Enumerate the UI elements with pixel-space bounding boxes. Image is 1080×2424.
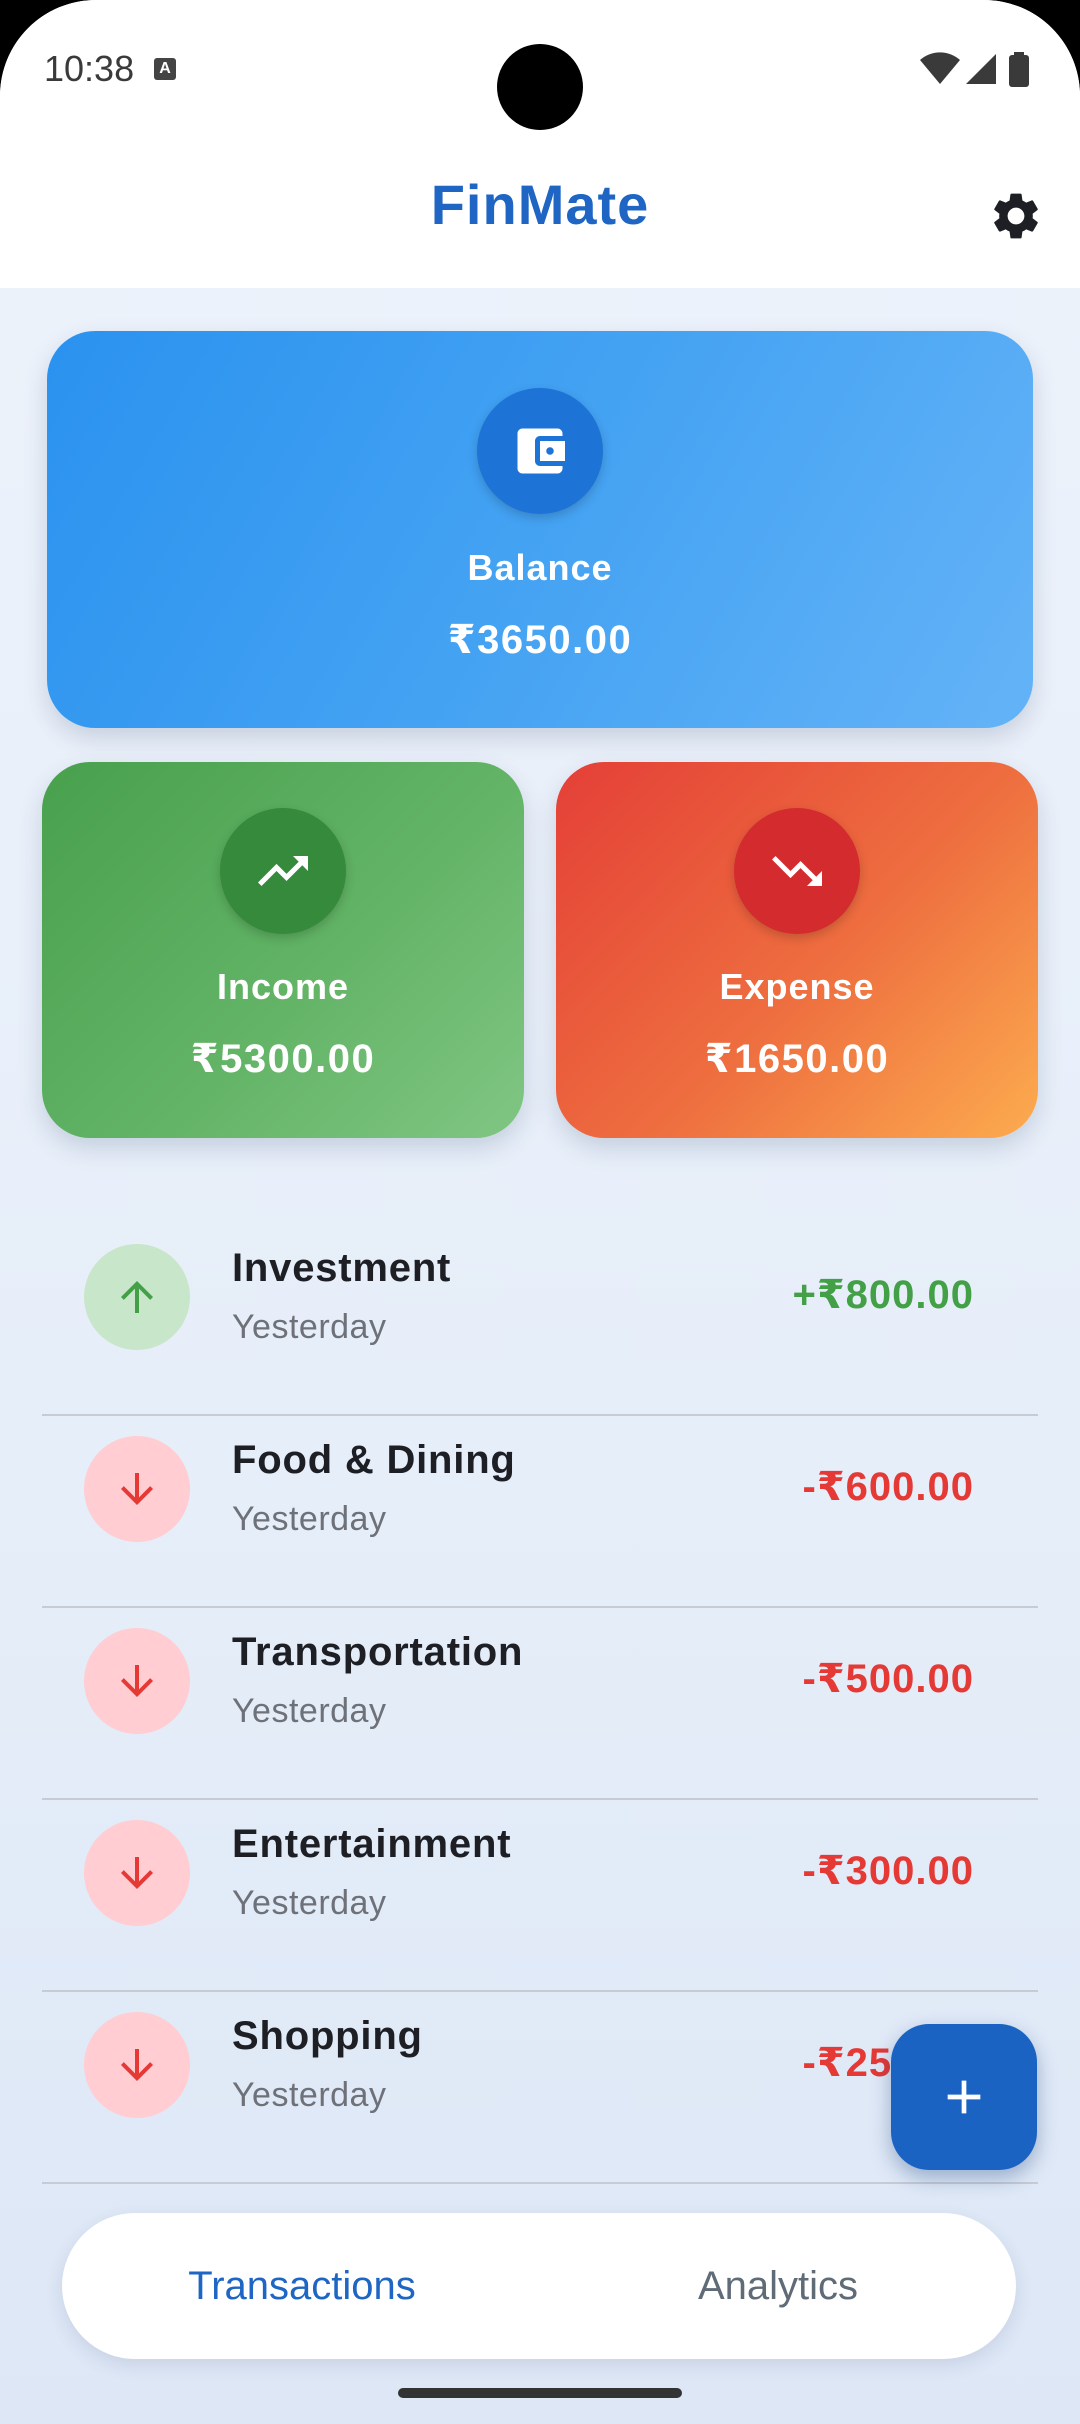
transaction-date: Yesterday — [232, 1500, 387, 1538]
wallet-icon-circle — [477, 388, 603, 514]
transaction-list: Investment Yesterday +₹800.00 Food & Din… — [42, 1224, 1038, 2184]
bottom-navigation: Transactions Analytics — [62, 2213, 1016, 2359]
transaction-category: Transportation — [232, 1630, 524, 1674]
expense-arrow-circle — [84, 1820, 190, 1926]
camera-cutout — [497, 44, 583, 130]
transaction-row-investment[interactable]: Investment Yesterday +₹800.00 — [42, 1224, 1038, 1416]
app-title: FinMate — [430, 173, 650, 236]
app-bar: FinMate — [0, 140, 1080, 288]
income-value: ₹5300.00 — [190, 1037, 376, 1081]
status-icons — [920, 52, 1040, 92]
tab-transactions[interactable]: Transactions — [102, 2213, 502, 2359]
balance-value: ₹3650.00 — [447, 618, 633, 662]
text-a-icon: A — [154, 58, 176, 80]
expense-label: Expense — [719, 966, 875, 1007]
transaction-row-entertainment[interactable]: Entertainment Yesterday -₹300.00 — [42, 1800, 1038, 1992]
income-label: Income — [216, 966, 350, 1007]
arrow-down-icon — [121, 1665, 153, 1697]
income-icon-circle — [220, 808, 346, 934]
transaction-row-transportation[interactable]: Transportation Yesterday -₹500.00 — [42, 1608, 1038, 1800]
add-transaction-button[interactable] — [891, 2024, 1037, 2170]
arrow-down-icon — [121, 2049, 153, 2081]
balance-label: Balance — [467, 547, 613, 588]
expense-card: Expense ₹1650.00 — [556, 762, 1038, 1138]
income-card: Income ₹5300.00 — [42, 762, 524, 1138]
arrow-down-icon — [121, 1857, 153, 1889]
app-screen: 10:38 A FinMate Balance ₹3650.00 Income … — [0, 0, 1080, 2424]
wifi-icon — [920, 52, 960, 84]
transaction-category: Food & Dining — [232, 1438, 516, 1482]
transaction-amount: -₹500.00 — [802, 1657, 974, 1701]
status-time: 10:38 — [44, 48, 135, 89]
wallet-icon — [517, 428, 565, 474]
status-bar: 10:38 A — [0, 0, 1080, 140]
balance-card: Balance ₹3650.00 — [47, 331, 1033, 728]
transaction-category: Shopping — [232, 2014, 423, 2058]
tab-analytics[interactable]: Analytics — [578, 2213, 978, 2359]
expense-arrow-circle — [84, 2012, 190, 2118]
transaction-amount: -₹300.00 — [802, 1849, 974, 1893]
arrow-down-icon — [121, 1473, 153, 1505]
trending-up-icon — [258, 856, 308, 886]
arrow-up-icon — [121, 1281, 153, 1313]
income-arrow-circle — [84, 1244, 190, 1350]
transaction-row-food-dining[interactable]: Food & Dining Yesterday -₹600.00 — [42, 1416, 1038, 1608]
home-indicator[interactable] — [398, 2388, 682, 2398]
transaction-category: Investment — [232, 1246, 452, 1290]
transaction-amount: +₹800.00 — [792, 1273, 974, 1317]
expense-arrow-circle — [84, 1436, 190, 1542]
transaction-date: Yesterday — [232, 1308, 387, 1346]
trending-down-icon — [772, 856, 822, 886]
transaction-date: Yesterday — [232, 1884, 387, 1922]
signal-icon — [966, 54, 996, 84]
transaction-row-shopping[interactable]: Shopping Yesterday -₹250.00 — [42, 1992, 1038, 2184]
transaction-category: Entertainment — [232, 1822, 512, 1866]
expense-arrow-circle — [84, 1628, 190, 1734]
transaction-date: Yesterday — [232, 2076, 387, 2114]
expense-value: ₹1650.00 — [704, 1037, 890, 1081]
transaction-date: Yesterday — [232, 1692, 387, 1730]
plus-icon — [947, 2080, 981, 2114]
battery-icon — [1009, 52, 1029, 87]
transaction-amount: -₹600.00 — [802, 1465, 974, 1509]
expense-icon-circle — [734, 808, 860, 934]
gear-icon[interactable] — [988, 188, 1044, 244]
